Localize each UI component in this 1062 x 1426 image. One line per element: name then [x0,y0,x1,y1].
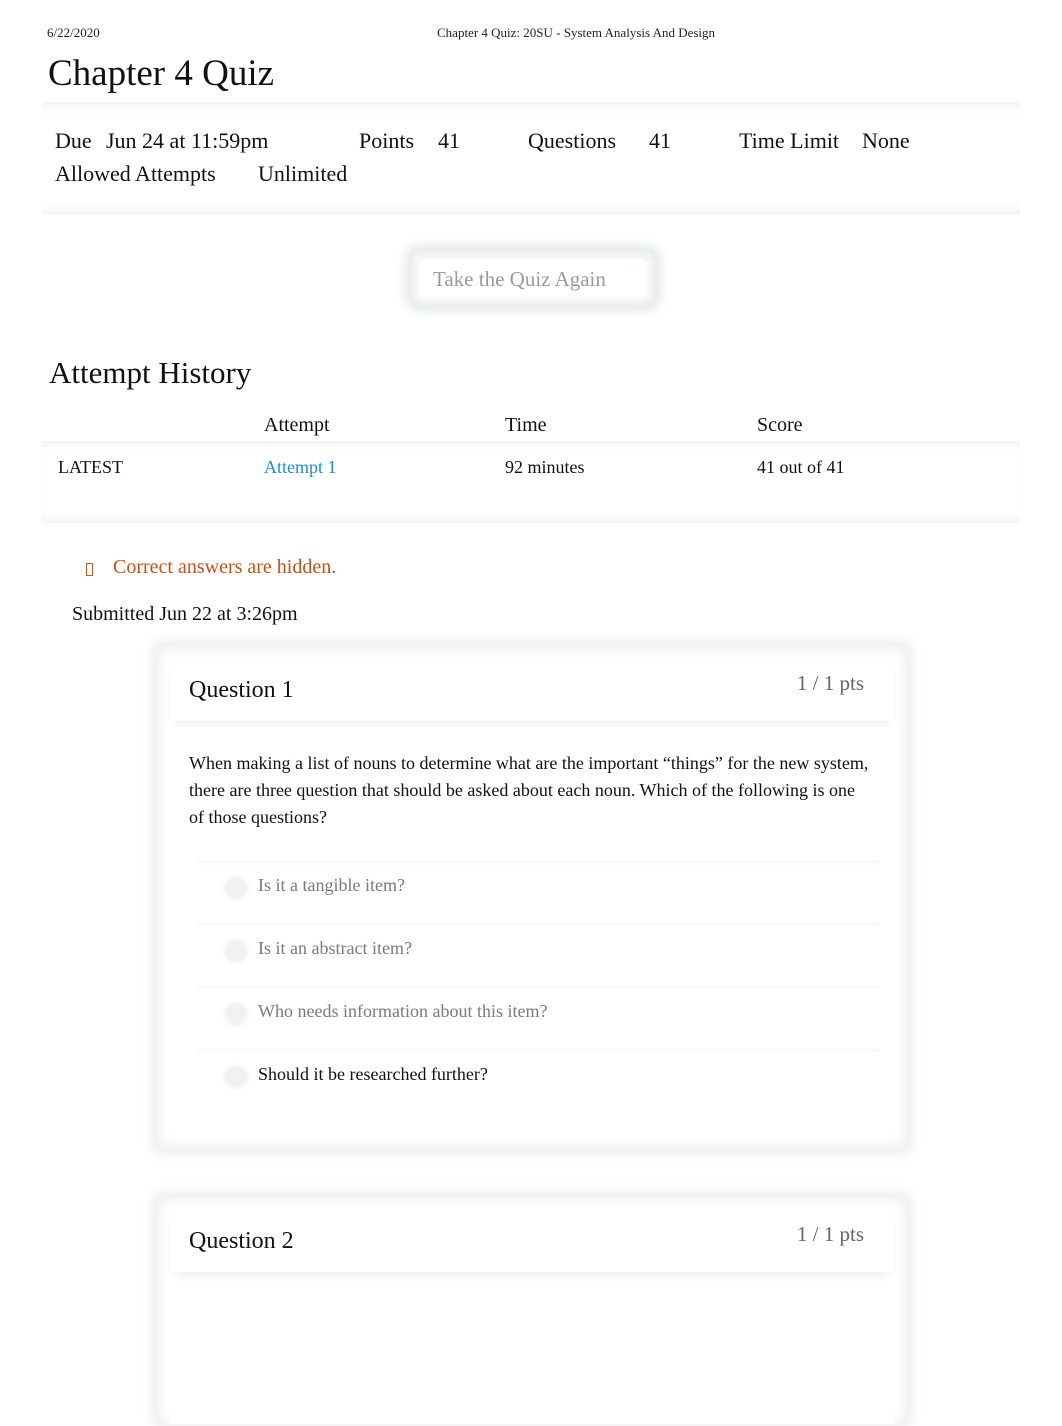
latest-badge: LATEST [58,457,123,477]
points-value: 41 [438,128,460,153]
take-quiz-button-container: Take the Quiz Again [409,249,657,307]
due-value: Jun 24 at 11:59pm [106,128,269,153]
answer-option[interactable]: Is it an abstract item? [196,923,880,977]
quiz-details-row-2: Allowed Attempts Unlimited [55,161,1005,191]
print-date: 6/22/2020 [47,25,100,40]
print-page-title: Chapter 4 Quiz: 20SU - System Analysis A… [437,25,716,40]
question-header: Question 2 1 / 1 pts [170,1210,894,1272]
attempt-score: 41 out of 41 [757,457,845,477]
quiz-details: Due Jun 24 at 11:59pm Points 41 Question… [42,102,1020,214]
allowed-attempts-label: Allowed Attempts [55,161,216,186]
question-body: When making a list of nouns to determine… [170,727,894,1137]
question-header: Question 1 1 / 1 pts [170,659,894,721]
attempt-time: 92 minutes [505,457,585,477]
question-number: Question 2 [189,1228,294,1254]
question-card: Question 2 1 / 1 pts [156,1196,908,1426]
answer-text: Who needs information about this item? [258,1001,548,1021]
column-header-score: Score [757,414,803,436]
question-text: When making a list of nouns to determine… [189,753,869,827]
time-limit-label: Time Limit [739,128,840,153]
questions-label: Questions [528,128,616,153]
radio-button-icon[interactable] [226,941,246,961]
attempt-history-title: Attempt History [49,355,252,390]
attempt-history-table: Attempt Time Score LATEST Attempt 1 92 m… [42,408,1020,523]
due-label: Due [55,128,92,153]
answer-text: Is it a tangible item? [258,875,405,895]
page-title: Chapter 4 Quiz [48,53,275,94]
radio-button-icon[interactable] [226,878,246,898]
answer-text: Should it be researched further? [258,1064,488,1084]
question-points: 1 / 1 pts [796,1222,864,1246]
take-quiz-again-button[interactable]: Take the Quiz Again [419,259,647,297]
question-card: Question 1 1 / 1 pts When making a list … [156,645,908,1150]
submitted-timestamp: Submitted Jun 22 at 3:26pm [72,603,298,625]
warning-icon [86,563,93,576]
correct-answers-hidden-notice: Correct answers are hidden. [113,556,337,578]
allowed-attempts-value: Unlimited [258,161,348,186]
quiz-details-row-1: Due Jun 24 at 11:59pm Points 41 Question… [55,128,1005,158]
question-body [170,1284,894,1424]
points-label: Points [359,128,415,153]
answer-text: Is it an abstract item? [258,938,412,958]
question-points: 1 / 1 pts [796,671,864,695]
column-header-time: Time [505,414,547,436]
time-limit-value: None [862,128,910,153]
attempt-1-link[interactable]: Attempt 1 [264,457,337,478]
column-header-attempt: Attempt [264,414,330,436]
answer-option[interactable]: Is it a tangible item? [196,860,880,914]
answer-option-selected[interactable]: Should it be researched further? [196,1049,880,1103]
answer-option[interactable]: Who needs information about this item? [196,986,880,1040]
questions-value: 41 [649,128,671,153]
table-row [42,441,1020,523]
radio-button-icon[interactable] [226,1004,246,1024]
question-number: Question 1 [189,677,294,703]
radio-button-selected-icon[interactable] [226,1067,246,1087]
